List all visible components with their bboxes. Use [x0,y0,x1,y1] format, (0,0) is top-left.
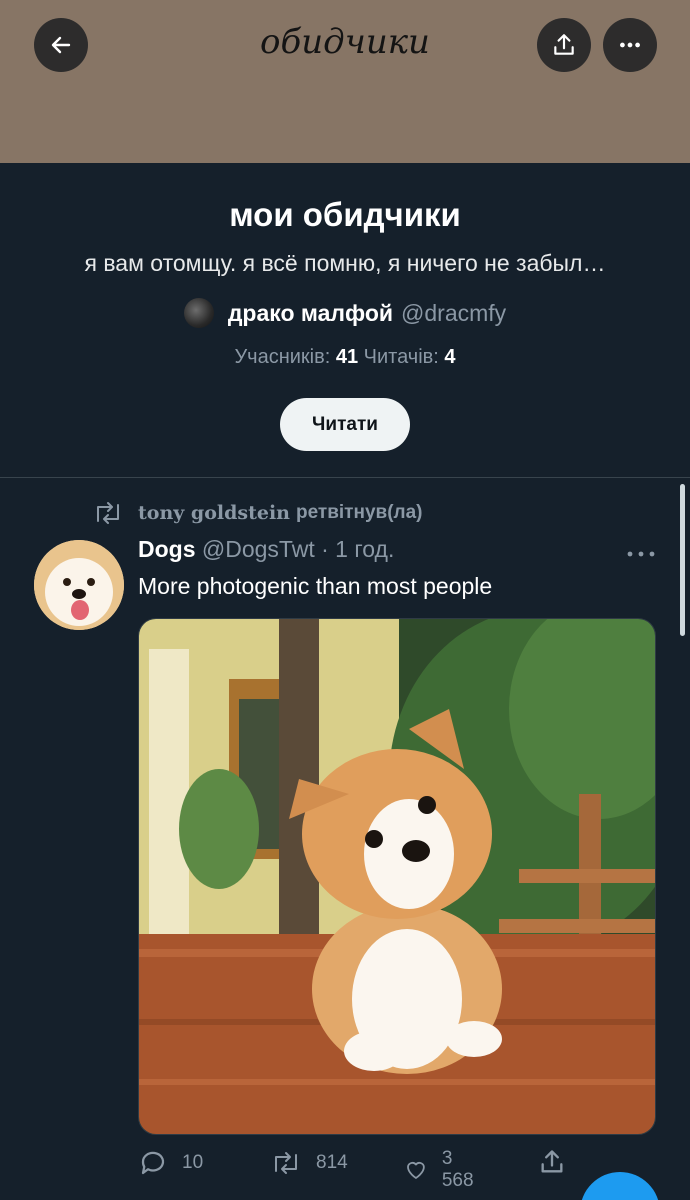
more-button[interactable] [603,18,657,72]
tweet-author-avatar[interactable] [34,540,124,630]
retweeter-name[interactable]: tony goldstein [138,502,290,524]
share-tweet-button[interactable] [538,1148,566,1176]
retweet-suffix: ретвітнув(ла) [295,502,423,523]
share-button[interactable] [537,18,591,72]
members-label[interactable]: Учасників: [234,346,330,368]
compose-button[interactable] [580,1172,660,1200]
more-horizontal-icon [627,551,655,557]
share-icon [541,1150,563,1173]
list-owner[interactable]: драко малфой @dracmfy [0,298,690,328]
reply-button[interactable]: 10 [138,1148,203,1178]
tweet-text: More photogenic than most people [138,573,493,599]
scrollbar[interactable] [680,484,685,636]
divider [0,477,690,478]
list-description: я вам отомщу. я всё помню, я ничего не з… [84,250,606,276]
reply-count: 10 [182,1152,204,1173]
heart-icon [407,1162,425,1179]
tweet-author-name[interactable]: Dogs [138,536,196,562]
like-button[interactable]: 3 568 [404,1148,480,1192]
retweet-icon [275,1152,297,1174]
owner-handle[interactable]: @dracmfy [401,300,506,327]
meta-separator: · [321,536,329,562]
retweet-count: 814 [316,1152,348,1173]
retweet-button[interactable]: 814 [270,1148,348,1178]
tweet-photo[interactable] [138,618,656,1135]
list-stats: Учасників: 41 Читачів: 4 [0,346,690,369]
retweet-icon [97,502,119,524]
tweet-author-handle[interactable]: @DogsTwt [202,536,315,562]
owner-avatar[interactable] [183,298,214,328]
owner-name[interactable]: драко малфой [228,300,393,327]
retweet-indicator: tony goldstein ретвітнув(ла) [92,501,423,525]
more-horizontal-icon [620,42,640,48]
followers-label[interactable]: Читачів: [364,346,439,368]
share-icon [554,34,574,55]
followers-count[interactable]: 4 [444,346,455,368]
like-count: 3 568 [441,1148,474,1191]
members-count[interactable]: 41 [336,346,358,368]
tweet-header: Dogs @DogsTwt · 1 год. [138,536,394,563]
tweet-time[interactable]: 1 год. [335,536,394,562]
tweet-more-button[interactable] [626,546,656,564]
follow-button[interactable]: Читати [280,398,410,451]
reply-icon [141,1151,165,1175]
list-name: мои обидчики [229,196,461,233]
